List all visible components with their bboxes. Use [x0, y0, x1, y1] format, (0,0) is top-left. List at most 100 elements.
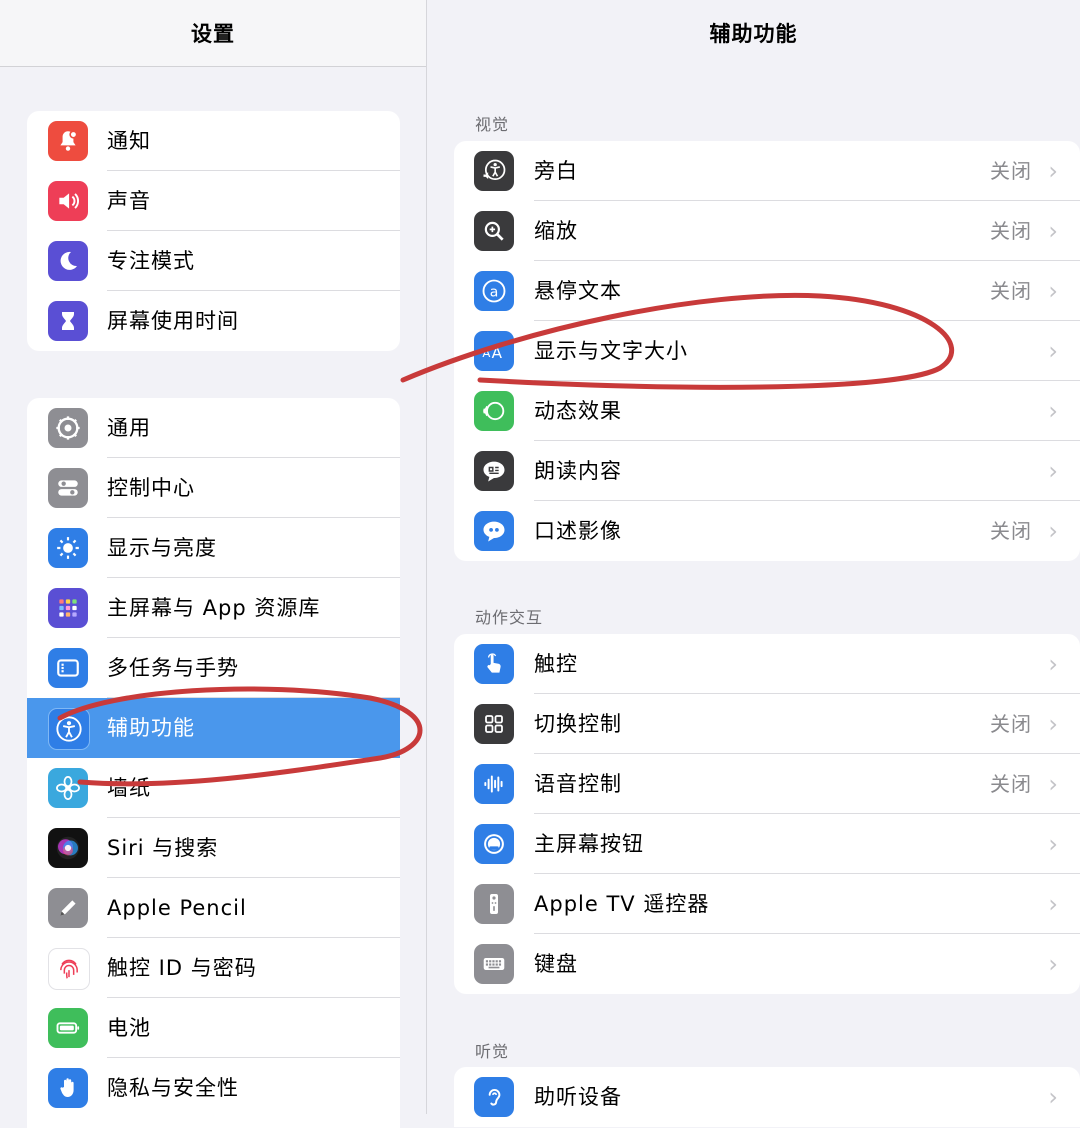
svg-text:A: A [492, 344, 503, 362]
row-status: 关闭 [990, 219, 1032, 243]
row-label: 键盘 [534, 952, 578, 976]
sidebar-item-home-screen[interactable]: 主屏幕与 App 资源库 [27, 578, 400, 638]
chevron-right-icon: › [1048, 710, 1058, 738]
sidebar-item-multitasking[interactable]: 多任务与手势 [27, 638, 400, 698]
pencil-icon [48, 888, 88, 928]
row-status: 关闭 [990, 159, 1032, 183]
hover-text-icon: a [474, 271, 514, 311]
fingerprint-icon [48, 948, 90, 990]
sidebar-title: 设置 [0, 0, 426, 67]
section-header-vision: 视觉 [475, 115, 510, 134]
svg-text:a: a [490, 284, 499, 300]
chevron-right-icon: › [1048, 650, 1058, 678]
hearing-group: 助听设备 › [454, 1067, 1080, 1127]
vision-group: 旁白 关闭 › 缩放 关闭 › a 悬停文本 关闭 › AA 显示与文字大小 ›… [454, 141, 1080, 561]
sidebar-group-2: 通用 控制中心 显示与亮度 主屏幕与 App 资源库 多任务与手势 辅助功能 墙… [27, 398, 400, 1128]
row-motion[interactable]: 动态效果 › [454, 381, 1080, 441]
sidebar-item-label: 墙纸 [107, 776, 151, 800]
row-status: 关闭 [990, 519, 1032, 543]
sidebar-item-label: 通用 [107, 416, 151, 440]
sidebar-item-battery[interactable]: 电池 [27, 998, 400, 1058]
row-hover-text[interactable]: a 悬停文本 关闭 › [454, 261, 1080, 321]
sun-icon [48, 528, 88, 568]
row-label: 语音控制 [534, 772, 622, 796]
home-button-icon [474, 824, 514, 864]
row-voiceover[interactable]: 旁白 关闭 › [454, 141, 1080, 201]
sidebar-item-control-center[interactable]: 控制中心 [27, 458, 400, 518]
row-status: 关闭 [990, 279, 1032, 303]
chevron-right-icon: › [1048, 950, 1058, 978]
row-voice-control[interactable]: 语音控制 关闭 › [454, 754, 1080, 814]
hourglass-icon [48, 301, 88, 341]
sidebar-item-label: 显示与亮度 [107, 536, 217, 560]
app-grid-icon [48, 588, 88, 628]
row-label: 朗读内容 [534, 459, 622, 483]
sidebar-item-label: 多任务与手势 [107, 656, 239, 680]
voiceover-icon [474, 151, 514, 191]
row-label: 触控 [534, 652, 578, 676]
row-label: 显示与文字大小 [534, 339, 688, 363]
chevron-right-icon: › [1048, 397, 1058, 425]
accessibility-pane: 辅助功能 视觉 旁白 关闭 › 缩放 关闭 › a 悬停文本 关闭 › A A … [427, 0, 1080, 1127]
chevron-right-icon: › [1048, 457, 1058, 485]
chevron-right-icon: › [1048, 337, 1058, 365]
row-audio-descriptions[interactable]: 口述影像 关闭 › [454, 501, 1080, 561]
row-label: 口述影像 [534, 519, 622, 543]
row-hearing-devices[interactable]: 助听设备 › [454, 1067, 1080, 1127]
zoom-icon [474, 211, 514, 251]
sidebar-item-wallpaper[interactable]: 墙纸 [27, 758, 400, 818]
row-zoom[interactable]: 缩放 关闭 › [454, 201, 1080, 261]
sidebar-item-label: 声音 [107, 189, 151, 213]
gear-icon [48, 408, 88, 448]
row-touch[interactable]: 触控 › [454, 634, 1080, 694]
accessibility-icon [48, 708, 90, 750]
sidebar-item-touch-id[interactable]: 触控 ID 与密码 [27, 938, 400, 998]
keyboard-icon [474, 944, 514, 984]
row-keyboards[interactable]: 键盘 › [454, 934, 1080, 994]
speech-bubble-icon [474, 451, 514, 491]
physical-motor-group: 触控 › 切换控制 关闭 › 语音控制 关闭 › 主屏幕按钮 › Apple T… [454, 634, 1080, 994]
pane-title: 辅助功能 [709, 22, 798, 46]
voice-wave-icon [474, 764, 514, 804]
row-spoken-content[interactable]: 朗读内容 › [454, 441, 1080, 501]
sidebar-group-1: 通知 声音 专注模式 屏幕使用时间 [27, 111, 400, 351]
chevron-right-icon: › [1048, 1083, 1058, 1111]
sidebar-item-privacy[interactable]: 隐私与安全性 [27, 1058, 400, 1118]
svg-text:A: A [482, 346, 490, 360]
row-label: 助听设备 [534, 1085, 622, 1109]
audio-description-icon [474, 511, 514, 551]
multitask-icon [48, 648, 88, 688]
row-home-button[interactable]: 主屏幕按钮 › [454, 814, 1080, 874]
sidebar-item-accessibility[interactable]: 辅助功能 [27, 698, 400, 758]
sidebar-item-general[interactable]: 通用 [27, 398, 400, 458]
sidebar-item-display-brightness[interactable]: 显示与亮度 [27, 518, 400, 578]
hand-icon [48, 1068, 88, 1108]
motion-icon [474, 391, 514, 431]
siri-icon [48, 828, 88, 868]
sidebar-item-focus[interactable]: 专注模式 [27, 231, 400, 291]
switch-grid-icon [474, 704, 514, 744]
sidebar-item-notifications[interactable]: 通知 [27, 111, 400, 171]
chevron-right-icon: › [1048, 517, 1058, 545]
sidebar-item-label: 主屏幕与 App 资源库 [107, 596, 321, 620]
row-label: 动态效果 [534, 399, 622, 423]
sidebar-item-apple-pencil[interactable]: Apple Pencil [27, 878, 400, 938]
chevron-right-icon: › [1048, 217, 1058, 245]
speaker-icon [48, 181, 88, 221]
toggles-icon [48, 468, 88, 508]
sidebar-item-siri-search[interactable]: Siri 与搜索 [27, 818, 400, 878]
row-label: 旁白 [534, 159, 578, 183]
bell-icon [48, 121, 88, 161]
chevron-right-icon: › [1048, 277, 1058, 305]
remote-icon [474, 884, 514, 924]
sidebar-item-label: Siri 与搜索 [107, 836, 219, 860]
row-apple-tv-remote[interactable]: Apple TV 遥控器 › [454, 874, 1080, 934]
sidebar-item-sounds[interactable]: 声音 [27, 171, 400, 231]
sidebar-item-screen-time[interactable]: 屏幕使用时间 [27, 291, 400, 351]
row-switch-control[interactable]: 切换控制 关闭 › [454, 694, 1080, 754]
row-display-text-size[interactable]: AA 显示与文字大小 › [454, 321, 1080, 381]
sidebar-item-label: 辅助功能 [107, 716, 195, 740]
touch-hand-icon [474, 644, 514, 684]
row-label: 切换控制 [534, 712, 622, 736]
row-label: 缩放 [534, 219, 578, 243]
